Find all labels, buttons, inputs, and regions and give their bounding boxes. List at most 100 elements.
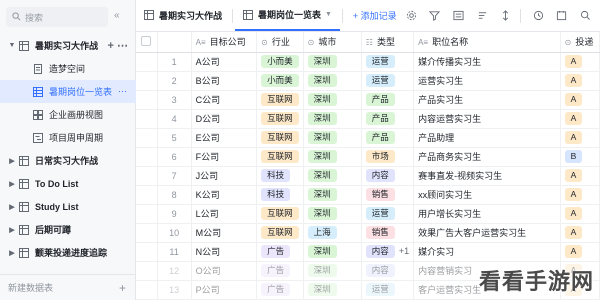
cell-status[interactable]: A xyxy=(560,166,600,186)
cell-city[interactable]: 深圳 xyxy=(303,204,362,224)
add-icon[interactable]: + ⋯ xyxy=(108,39,129,52)
cell-company[interactable]: L公司 xyxy=(191,204,258,224)
cell-title[interactable]: 效果广告大客户运营实习生 xyxy=(413,223,561,243)
cell-company[interactable]: K公司 xyxy=(191,185,258,205)
cell-title[interactable]: 媒介实习 xyxy=(413,242,561,262)
cell-company[interactable]: M公司 xyxy=(191,223,258,243)
row-checkbox[interactable] xyxy=(136,223,158,243)
cell-type[interactable]: 内容 xyxy=(361,166,415,186)
table-row[interactable]: 4 D公司 互联网 深圳 产品 内容运营实习生 A xyxy=(136,109,600,129)
sidebar-item[interactable]: 企业画册视图 xyxy=(0,103,136,126)
cell-company[interactable]: P公司 xyxy=(191,280,258,300)
sidebar-item[interactable]: 暑期岗位一览表 ⋯ xyxy=(0,80,136,103)
cell-title[interactable]: xx顾问实习生 xyxy=(413,185,561,205)
cell-type[interactable]: 运营 xyxy=(361,71,415,91)
cell-industry[interactable]: 科技 xyxy=(256,166,304,186)
row-checkbox[interactable] xyxy=(136,71,158,91)
sidebar-item[interactable]: 项目周申周期 xyxy=(0,126,136,149)
column-header-type[interactable]: ☷ 类型 xyxy=(361,32,415,53)
chevron-right-icon[interactable]: ▶ xyxy=(6,203,18,211)
cell-status[interactable]: A xyxy=(560,52,600,72)
cell-type[interactable]: 产品 xyxy=(361,90,415,110)
cell-city[interactable]: 深圳 xyxy=(303,71,362,91)
cell-status[interactable]: A xyxy=(560,223,600,243)
cell-status[interactable]: A xyxy=(560,90,600,110)
column-header-status[interactable]: ⊙ 投递 xyxy=(560,32,600,53)
cell-title[interactable]: 产品实习生 xyxy=(413,90,561,110)
history-icon[interactable] xyxy=(553,7,571,25)
cell-title[interactable]: 用户增长实习生 xyxy=(413,204,561,224)
cell-title[interactable]: 赛事直发-视频实习生 xyxy=(413,166,561,186)
cell-city[interactable]: 深圳 xyxy=(303,147,362,167)
sidebar-item[interactable]: ▼ 暑期实习大作战 + ⋯ xyxy=(0,34,136,57)
sidebar-item[interactable]: ▶ Study List xyxy=(0,195,136,218)
cell-industry[interactable]: 互联网 xyxy=(256,147,304,167)
cell-status[interactable]: A xyxy=(560,128,600,148)
search-icon[interactable] xyxy=(576,7,594,25)
more-icon[interactable]: ⋯ xyxy=(118,86,128,97)
cell-industry[interactable]: 小而美 xyxy=(256,52,304,72)
cell-industry[interactable]: 广告 xyxy=(256,261,304,281)
cell-city[interactable]: 深圳 xyxy=(303,166,362,186)
cell-company[interactable]: F公司 xyxy=(191,147,258,167)
table-row[interactable]: 1 A公司 小而美 深圳 运营 媒介传播实习生 A xyxy=(136,52,600,72)
cell-industry[interactable]: 科技 xyxy=(256,185,304,205)
cell-company[interactable]: C公司 xyxy=(191,90,258,110)
table-row[interactable]: 9 L公司 互联网 深圳 运营 用户增长实习生 A xyxy=(136,204,600,224)
cell-status[interactable]: A xyxy=(560,242,600,262)
cell-company[interactable]: O公司 xyxy=(191,261,258,281)
sidebar-item[interactable]: ▶ To Do List xyxy=(0,172,136,195)
table-row[interactable]: 10 M公司 互联网 上海 销售 效果广告大客户运营实习生 A xyxy=(136,223,600,243)
cell-city[interactable]: 上海 xyxy=(303,223,362,243)
table-row[interactable]: 6 F公司 互联网 深圳 市场 产品商务实习生 B xyxy=(136,147,600,167)
tab-table-name[interactable]: 暑期实习大作战 xyxy=(136,0,230,32)
clock-icon[interactable] xyxy=(529,7,547,25)
row-checkbox[interactable] xyxy=(136,147,158,167)
cell-city[interactable]: 深圳 xyxy=(303,52,362,72)
row-checkbox[interactable] xyxy=(136,204,158,224)
cell-title[interactable]: 内容运营实习生 xyxy=(413,109,561,129)
table-row[interactable]: 8 K公司 科技 深圳 销售 xx顾问实习生 A xyxy=(136,185,600,205)
cell-type[interactable]: 运营 xyxy=(361,204,415,224)
chevron-right-icon[interactable]: ▶ xyxy=(6,157,18,165)
row-checkbox[interactable] xyxy=(136,109,158,129)
cell-company[interactable]: A公司 xyxy=(191,52,258,72)
cell-title[interactable]: 产品商务实习生 xyxy=(413,147,561,167)
cell-industry[interactable]: 互联网 xyxy=(256,90,304,110)
cell-title[interactable]: 媒介传播实习生 xyxy=(413,52,561,72)
table-row[interactable]: 2 B公司 小而美 深圳 运营 运营实习生 A xyxy=(136,71,600,91)
new-table-button[interactable]: 新建数据表 + xyxy=(0,274,136,300)
tab-view[interactable]: 暑期岗位一览表 ▼ xyxy=(234,0,340,31)
sidebar-item[interactable]: ▶ 后期可蹲 xyxy=(0,218,136,241)
cell-type[interactable]: 市场 xyxy=(361,147,415,167)
row-checkbox[interactable] xyxy=(136,261,158,281)
cell-city[interactable]: 深圳 xyxy=(303,109,362,129)
cell-industry[interactable]: 互联网 xyxy=(256,128,304,148)
cell-city[interactable]: 深圳 xyxy=(303,242,362,262)
cell-status[interactable]: A xyxy=(560,185,600,205)
group-icon[interactable] xyxy=(450,7,468,25)
row-checkbox[interactable] xyxy=(136,128,158,148)
cell-company[interactable]: B公司 xyxy=(191,71,258,91)
chevron-right-icon[interactable]: ▶ xyxy=(6,180,18,188)
chevron-right-icon[interactable]: ▶ xyxy=(6,249,18,257)
cell-type[interactable]: 产品 xyxy=(361,109,415,129)
cell-city[interactable]: 深圳 xyxy=(303,280,362,300)
sort-icon[interactable] xyxy=(473,7,491,25)
column-header-industry[interactable]: ⊙ 行业 xyxy=(256,32,304,53)
cell-status[interactable]: A xyxy=(560,204,600,224)
row-checkbox[interactable] xyxy=(136,280,158,300)
table-row[interactable]: 5 E公司 互联网 深圳 产品 产品助理 A xyxy=(136,128,600,148)
table-row[interactable]: 7 J公司 科技 深圳 内容 赛事直发-视频实习生 A xyxy=(136,166,600,186)
cell-company[interactable]: N公司 xyxy=(191,242,258,262)
cell-type[interactable]: 产品 xyxy=(361,128,415,148)
row-checkbox[interactable] xyxy=(136,185,158,205)
sidebar-item[interactable]: ▶ 颤莱投递进度追踪 xyxy=(0,241,136,264)
cell-industry[interactable]: 互联网 xyxy=(256,109,304,129)
table-row[interactable]: 11 N公司 广告 深圳 内容 +1 媒介实习 A xyxy=(136,242,600,262)
search-input[interactable]: 搜索 xyxy=(6,7,108,27)
cell-city[interactable]: 深圳 xyxy=(303,185,362,205)
cell-industry[interactable]: 互联网 xyxy=(256,204,304,224)
row-checkbox[interactable] xyxy=(136,166,158,186)
row-checkbox[interactable] xyxy=(136,90,158,110)
